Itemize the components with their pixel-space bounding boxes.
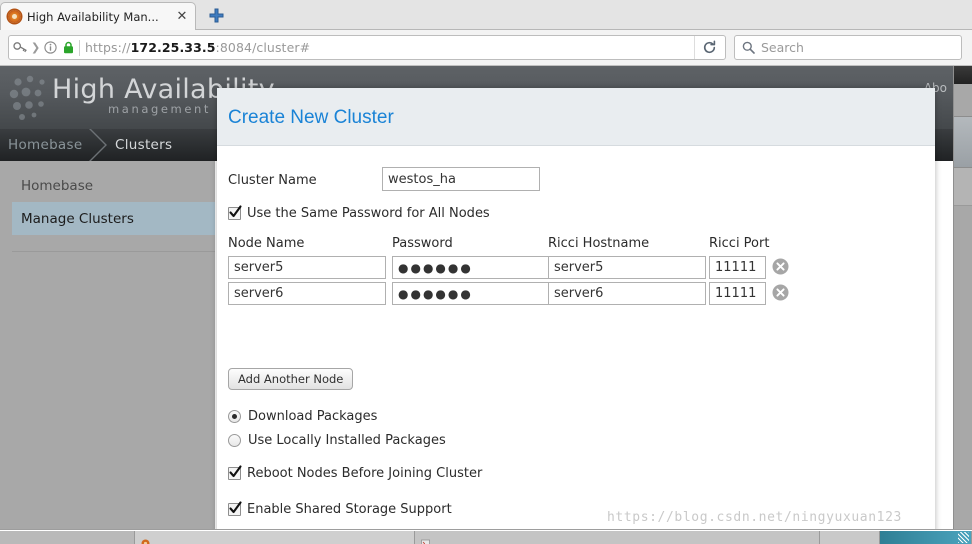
node-table-header: Node Name Password Ricci Hostname Ricci … <box>228 236 773 256</box>
ricci-port-input[interactable] <box>709 282 766 305</box>
url-host: 172.25.33.5 <box>130 40 216 55</box>
desktop-taskbar[interactable] <box>0 530 972 544</box>
reboot-nodes-label: Reboot Nodes Before Joining Cluster <box>247 466 483 481</box>
taskbar-segment[interactable] <box>820 531 880 544</box>
plus-icon <box>209 8 224 23</box>
ricci-hostname-input[interactable] <box>548 282 706 305</box>
info-icon[interactable] <box>41 41 59 54</box>
chevron-right-icon: ❯ <box>31 41 41 54</box>
address-bar[interactable]: ❯ https://172.25.33.5:8084/cluster# <box>8 35 726 60</box>
same-password-row[interactable]: Use the Same Password for All Nodes <box>228 205 490 221</box>
page-scrollbar[interactable] <box>953 66 972 530</box>
screen: High Availability Man... ✕ ❯ https://172… <box>0 0 972 544</box>
breadcrumb-item-homebase[interactable]: Homebase <box>8 137 82 153</box>
sidebar-item-homebase[interactable]: Homebase <box>12 169 215 202</box>
url-path: :8084/cluster# <box>215 40 311 55</box>
remove-node-button[interactable] <box>772 258 789 275</box>
taskbar-item-terminal[interactable] <box>415 531 820 544</box>
browser-nav-bar: ❯ https://172.25.33.5:8084/cluster# Sear… <box>0 30 972 66</box>
reload-icon <box>703 40 716 54</box>
radio-label: Use Locally Installed Packages <box>248 432 446 448</box>
same-password-label: Use the Same Password for All Nodes <box>247 206 490 221</box>
close-circle-icon <box>772 258 789 275</box>
sidebar: Homebase Manage Clusters <box>0 161 215 530</box>
sidebar-item-label: Homebase <box>21 177 94 194</box>
table-row <box>228 282 789 308</box>
add-another-node-button[interactable]: Add Another Node <box>228 368 354 390</box>
remove-node-button[interactable] <box>772 284 789 301</box>
sidebar-item-label: Manage Clusters <box>21 210 134 227</box>
app-logo-subtitle: management <box>108 102 212 116</box>
reboot-nodes-checkbox[interactable] <box>228 465 242 480</box>
browser-tab[interactable]: High Availability Man... ✕ <box>0 2 196 30</box>
browser-tab-bar: High Availability Man... ✕ <box>0 0 972 30</box>
terminal-icon <box>421 533 430 544</box>
radio-label: Download Packages <box>248 408 378 424</box>
scrollbar-track[interactable] <box>954 168 972 206</box>
shared-storage-row[interactable]: Enable Shared Storage Support <box>228 501 452 517</box>
package-source-radio-group: Download Packages Use Locally Installed … <box>228 404 446 452</box>
key-icon <box>9 41 31 54</box>
close-circle-icon <box>772 284 789 301</box>
sidebar-divider <box>12 251 215 252</box>
column-header-password: Password <box>392 236 453 251</box>
cluster-name-row: Cluster Name <box>228 167 928 195</box>
taskbar-item-firefox[interactable] <box>135 531 415 544</box>
firefox-icon <box>141 533 150 544</box>
shared-storage-checkbox[interactable] <box>228 501 242 516</box>
breadcrumb-item-clusters[interactable]: Clusters <box>115 137 172 153</box>
password-input[interactable] <box>392 256 550 279</box>
search-icon <box>742 41 755 54</box>
ricci-hostname-input[interactable] <box>548 256 706 279</box>
close-icon[interactable]: ✕ <box>175 10 189 24</box>
reload-button[interactable] <box>694 36 724 59</box>
browser-tab-title: High Availability Man... <box>27 9 159 24</box>
lock-icon[interactable] <box>59 41 77 54</box>
sidebar-item-manage-clusters[interactable]: Manage Clusters <box>12 202 215 235</box>
cluster-name-input[interactable] <box>382 167 540 191</box>
table-row <box>228 256 789 282</box>
taskbar-segment[interactable] <box>0 531 135 544</box>
address-divider <box>79 39 80 56</box>
resize-handle[interactable] <box>958 532 969 543</box>
create-cluster-dialog: Create New Cluster Cluster Name Use the … <box>217 88 935 535</box>
node-table: Node Name Password Ricci Hostname Ricci … <box>228 236 789 308</box>
node-name-input[interactable] <box>228 282 386 305</box>
checkmark-icon <box>229 205 242 218</box>
column-header-ricci-hostname: Ricci Hostname <box>548 236 650 251</box>
radio-option-use-local-packages[interactable]: Use Locally Installed Packages <box>228 428 446 452</box>
breadcrumb-separator-icon <box>89 129 107 161</box>
radio-button[interactable] <box>228 433 241 447</box>
taskbar-desktop-area[interactable] <box>880 531 972 544</box>
radio-button[interactable] <box>228 409 241 423</box>
same-password-checkbox[interactable] <box>228 205 242 220</box>
dialog-title: Create New Cluster <box>228 107 394 128</box>
shared-storage-label: Enable Shared Storage Support <box>247 502 452 517</box>
column-header-ricci-port: Ricci Port <box>709 236 770 251</box>
url-scheme: https:// <box>85 40 131 55</box>
dialog-body: Cluster Name Use the Same Password for A… <box>217 146 935 535</box>
dialog-header: Create New Cluster <box>217 88 935 146</box>
address-text: https://172.25.33.5:8084/cluster# <box>85 40 725 55</box>
search-bar[interactable]: Search <box>734 35 962 60</box>
new-tab-button[interactable] <box>200 4 234 28</box>
node-name-input[interactable] <box>228 256 386 279</box>
cluster-name-label: Cluster Name <box>228 173 317 188</box>
search-placeholder: Search <box>761 40 804 55</box>
password-input[interactable] <box>392 282 550 305</box>
ricci-port-input[interactable] <box>709 256 766 279</box>
checkmark-icon <box>229 501 242 514</box>
page-favicon-icon <box>7 9 22 24</box>
column-header-node-name: Node Name <box>228 236 305 251</box>
scrollbar-up-button[interactable] <box>954 66 972 84</box>
radio-option-download-packages[interactable]: Download Packages <box>228 404 446 428</box>
reboot-nodes-row[interactable]: Reboot Nodes Before Joining Cluster <box>228 465 483 481</box>
checkmark-icon <box>229 465 242 478</box>
scrollbar-thumb[interactable] <box>954 116 972 168</box>
